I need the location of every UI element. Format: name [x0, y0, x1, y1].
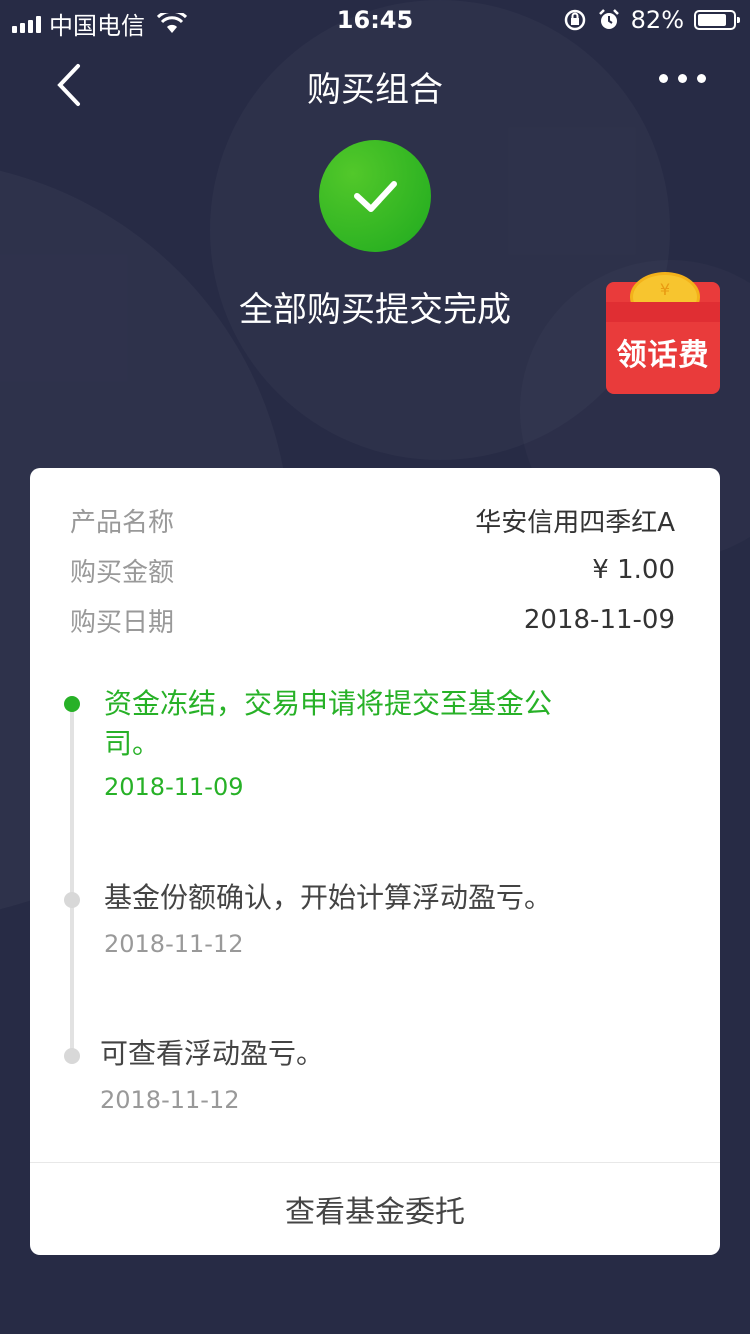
view-fund-orders-button[interactable]: 查看基金委托	[30, 1163, 720, 1255]
timeline-dot-done	[64, 696, 80, 712]
timeline-dot-pending	[64, 892, 80, 908]
promo-label: 领话费	[616, 338, 710, 373]
info-row-amount: 购买金额 ¥ 1.00	[70, 550, 675, 590]
timeline-step-text: 资金冻结，交易申请将提交至基金公 司。	[104, 687, 553, 760]
navigation-bar: 购买组合	[0, 50, 750, 120]
info-value: ¥ 1.00	[592, 555, 675, 585]
info-value: 华安信用四季红A	[475, 507, 675, 538]
battery-percentage: 82%	[630, 6, 684, 34]
info-key: 购买金额	[70, 557, 175, 588]
timeline-line	[70, 704, 74, 1052]
timeline-step-date: 2018-11-09	[104, 773, 244, 801]
timeline-step-date: 2018-11-12	[104, 930, 244, 958]
more-dot-icon	[697, 74, 706, 83]
timeline-step-date: 2018-11-12	[100, 1086, 240, 1114]
page-title: 购买组合	[307, 70, 443, 110]
info-row-product: 产品名称 华安信用四季红A	[70, 500, 675, 540]
battery-icon	[694, 10, 740, 30]
info-key: 购买日期	[70, 607, 175, 638]
more-options-button[interactable]	[659, 74, 706, 83]
more-dot-icon	[659, 74, 668, 83]
more-dot-icon	[678, 74, 687, 83]
info-key: 产品名称	[70, 507, 175, 538]
timeline-step-text: 基金份额确认，开始计算浮动盈亏。	[104, 881, 553, 914]
alarm-icon	[598, 9, 619, 29]
orientation-lock-icon	[564, 9, 585, 31]
success-check-icon	[319, 140, 431, 252]
status-bar: 中国电信 16:45 82%	[0, 0, 750, 40]
timeline-step-text: 可查看浮动盈亏。	[100, 1037, 325, 1070]
info-row-date: 购买日期 2018-11-09	[70, 600, 675, 640]
purchase-detail-card: 产品名称 华安信用四季红A 购买金额 ¥ 1.00 购买日期 2018-11-0…	[30, 468, 720, 1255]
info-value: 2018-11-09	[523, 605, 675, 635]
timeline-dot-pending	[64, 1048, 80, 1064]
red-packet-promo[interactable]: ¥ 领话费	[606, 272, 720, 394]
